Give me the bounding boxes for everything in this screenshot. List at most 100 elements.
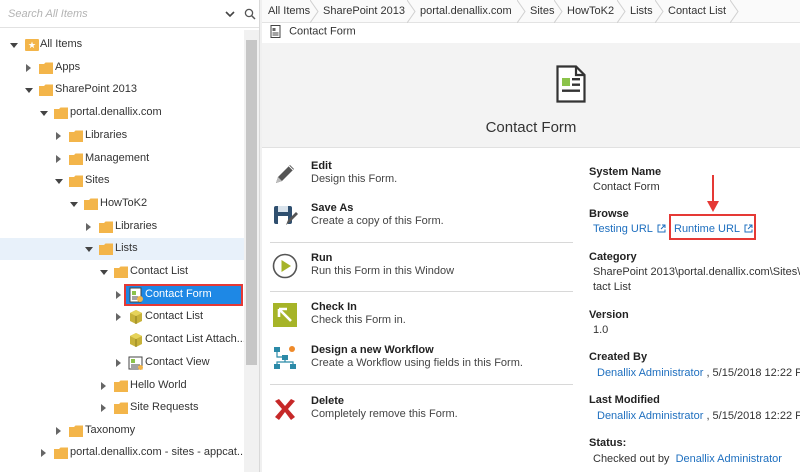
- folder-icon: [69, 175, 83, 187]
- breadcrumb-item-sharepoint[interactable]: SharePoint 2013: [317, 0, 405, 23]
- collapse-arrow-icon[interactable]: [25, 88, 33, 93]
- form-icon: [129, 287, 143, 303]
- tree-node-label: Management: [85, 152, 150, 164]
- search-icon[interactable]: [244, 8, 256, 20]
- action-title: Design a new Workflow: [311, 344, 434, 356]
- tree-node-libraries[interactable]: Libraries: [0, 125, 244, 147]
- tree-node-label: Site Requests: [130, 401, 199, 413]
- breadcrumb-item-all-items[interactable]: All Items: [262, 0, 310, 23]
- tree-node-contact-list-smo[interactable]: Contact List: [0, 306, 244, 328]
- modified-on-value: , 5/15/2018 12:22 P: [706, 410, 800, 422]
- selected-node-highlight: Contact Form: [124, 284, 243, 306]
- action-title: Delete: [311, 395, 345, 407]
- folder-icon: [114, 402, 128, 414]
- breadcrumb-item-howtok2[interactable]: HowToK2: [561, 0, 614, 23]
- expand-arrow-icon[interactable]: [116, 359, 121, 367]
- status-user-link[interactable]: Denallix Administrator: [676, 453, 782, 465]
- testing-url-link[interactable]: Testing URL: [593, 223, 666, 235]
- tree-node-contact-view[interactable]: Contact View: [0, 352, 244, 374]
- tree-node-contact-form[interactable]: Contact Form: [0, 284, 244, 306]
- check-in-icon: [273, 303, 297, 327]
- action-description: Design this Form.: [311, 173, 398, 185]
- collapse-arrow-icon[interactable]: [70, 202, 78, 207]
- breadcrumb-item-contact-list[interactable]: Contact List: [662, 0, 726, 23]
- tree-node-label: Apps: [55, 61, 81, 73]
- tree-node-label: Contact List Attach...: [145, 333, 246, 345]
- chevron-down-icon[interactable]: [224, 8, 236, 20]
- runtime-url-text: Runtime URL: [674, 223, 741, 235]
- smartobject-icon: [130, 333, 142, 347]
- workflow-icon: [274, 346, 296, 369]
- created-on-value: , 5/15/2018 12:22 P: [706, 367, 800, 379]
- browse-label: Browse: [589, 208, 629, 220]
- version-value: 1.0: [593, 324, 609, 336]
- tree-node-howtok2[interactable]: HowToK2: [0, 193, 244, 215]
- folder-icon: [69, 130, 83, 142]
- tree-node-sharepoint-2013[interactable]: SharePoint 2013: [0, 79, 244, 101]
- tree-node-label: Libraries: [85, 129, 128, 141]
- collapse-arrow-icon[interactable]: [40, 111, 48, 116]
- expand-arrow-icon[interactable]: [116, 291, 121, 299]
- collapse-arrow-icon[interactable]: [10, 43, 18, 48]
- tree-node-label: Taxonomy: [85, 424, 136, 436]
- save-as-icon: [274, 206, 298, 225]
- expand-arrow-icon[interactable]: [86, 223, 91, 231]
- all-items-folder-icon: [25, 39, 39, 51]
- action-divider: [270, 384, 573, 385]
- expand-arrow-icon[interactable]: [101, 404, 106, 412]
- tree-node-libraries-2[interactable]: Libraries: [0, 216, 244, 238]
- tree-node-contact-list-attachments[interactable]: Contact List Attach...: [0, 329, 246, 351]
- tree-node-hello-world[interactable]: Hello World: [0, 375, 244, 397]
- action-description: Check this Form in.: [311, 314, 406, 326]
- breadcrumb-item-lists[interactable]: Lists: [624, 0, 653, 23]
- category-value-line1: SharePoint 2013\portal.denallix.com\Site…: [593, 266, 800, 278]
- expand-arrow-icon[interactable]: [56, 427, 61, 435]
- expand-arrow-icon[interactable]: [26, 64, 31, 72]
- action-edit[interactable]: Edit Design this Form.: [269, 156, 569, 192]
- folder-icon: [69, 425, 83, 437]
- runtime-url-link[interactable]: Runtime URL: [674, 223, 753, 235]
- modified-by-user-link[interactable]: Denallix Administrator: [597, 410, 703, 422]
- last-modified-label: Last Modified: [589, 394, 660, 406]
- testing-url-text: Testing URL: [593, 223, 653, 235]
- tree-node-all-items[interactable]: All Items: [0, 34, 244, 56]
- tree-node-contact-list[interactable]: Contact List: [0, 261, 244, 283]
- created-by-user-link[interactable]: Denallix Administrator: [597, 367, 703, 379]
- expand-arrow-icon[interactable]: [56, 132, 61, 140]
- action-design-workflow[interactable]: Design a new Workflow Create a Workflow …: [269, 340, 569, 376]
- collapse-arrow-icon[interactable]: [85, 247, 93, 252]
- expand-arrow-icon[interactable]: [101, 382, 106, 390]
- tree-node-apps[interactable]: Apps: [0, 57, 244, 79]
- expand-arrow-icon[interactable]: [116, 313, 121, 321]
- tree-node-portal[interactable]: portal.denallix.com: [0, 102, 244, 124]
- action-save-as[interactable]: Save As Create a copy of this Form.: [269, 198, 569, 234]
- tree-node-taxonomy[interactable]: Taxonomy: [0, 420, 244, 442]
- expand-arrow-icon[interactable]: [56, 155, 61, 163]
- tree-scrollbar-thumb[interactable]: [246, 40, 257, 365]
- tree-node-label: Hello World: [130, 379, 187, 391]
- action-check-in[interactable]: Check In Check this Form in.: [269, 297, 569, 333]
- action-run[interactable]: Run Run this Form in this Window: [269, 248, 569, 284]
- breadcrumb-item-portal[interactable]: portal.denallix.com: [414, 0, 512, 23]
- folder-icon: [39, 62, 53, 74]
- breadcrumb-item-sites[interactable]: Sites: [524, 0, 554, 23]
- expand-arrow-icon[interactable]: [41, 449, 46, 457]
- last-modified-value: Denallix Administrator , 5/15/2018 12:22…: [597, 410, 800, 422]
- tree-node-label: HowToK2: [100, 197, 148, 209]
- item-header: Contact Form: [262, 43, 800, 148]
- search-input[interactable]: [6, 5, 216, 23]
- collapse-arrow-icon[interactable]: [100, 270, 108, 275]
- tree-node-sites[interactable]: Sites: [0, 170, 244, 192]
- tree-node-management[interactable]: Management: [0, 148, 244, 170]
- collapse-arrow-icon[interactable]: [55, 179, 63, 184]
- current-item-label: Contact Form: [289, 25, 356, 38]
- tree-node-label: Sites: [85, 174, 110, 186]
- tree-node-portal-appcatalog[interactable]: portal.denallix.com - sites - appcat...: [0, 442, 246, 464]
- folder-icon: [99, 221, 113, 233]
- current-item: Contact Form: [270, 25, 356, 41]
- folder-icon: [114, 380, 128, 392]
- tree-node-lists[interactable]: Lists: [0, 238, 244, 260]
- tree-node-site-requests[interactable]: Site Requests: [0, 397, 244, 419]
- external-link-icon: [657, 224, 666, 233]
- action-delete[interactable]: Delete Completely remove this Form.: [269, 391, 569, 427]
